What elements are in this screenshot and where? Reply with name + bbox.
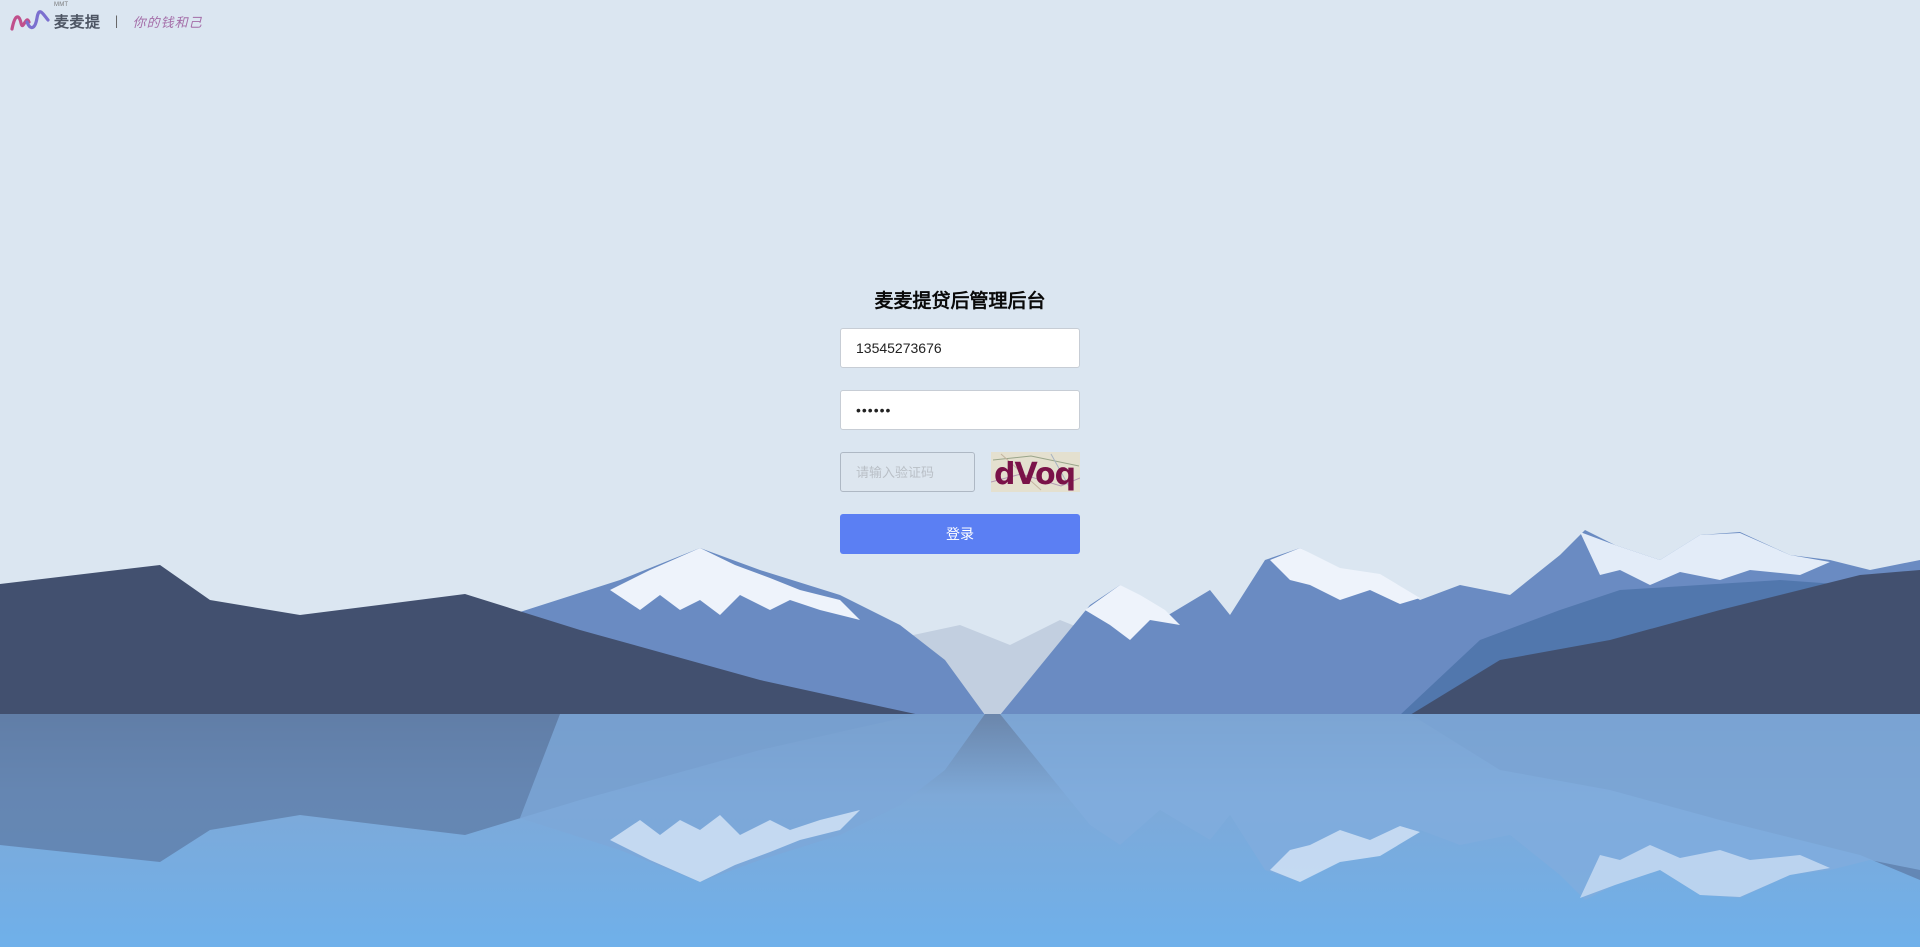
login-form: 麦麦提贷后管理后台 dVoq 登录 <box>840 288 1080 554</box>
page-title: 麦麦提贷后管理后台 <box>874 290 1046 312</box>
brand-slogan: 你的钱和己 <box>132 15 203 31</box>
password-input[interactable] <box>840 390 1080 430</box>
brand-name-group: MMT 麦麦提 <box>54 2 101 32</box>
brand-name: 麦麦提 <box>54 12 101 31</box>
brand-abbreviation: MMT <box>54 1 69 8</box>
captcha-row: dVoq <box>840 452 1080 492</box>
mmt-wave-logo-icon <box>10 10 50 31</box>
captcha-image[interactable]: dVoq <box>991 452 1080 492</box>
login-button[interactable]: 登录 <box>840 514 1080 554</box>
captcha-input[interactable] <box>840 452 975 492</box>
brand-separator: | <box>114 14 119 28</box>
phone-input[interactable] <box>840 328 1080 368</box>
captcha-text: dVoq <box>994 457 1075 492</box>
brand-header: MMT 麦麦提 | 你的钱和己 <box>10 2 203 34</box>
